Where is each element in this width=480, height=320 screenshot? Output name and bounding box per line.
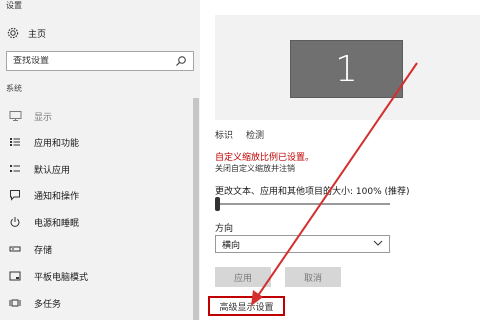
search-icon[interactable]: [175, 55, 187, 67]
advanced-display-settings-link[interactable]: 高级显示设置: [208, 296, 285, 316]
orientation-value: 横向: [222, 240, 241, 251]
sidebar-item-label: 通知和操作: [34, 191, 80, 202]
scale-slider-track[interactable]: [215, 203, 390, 205]
nav-scrollbar-thumb[interactable]: [193, 98, 199, 320]
custom-scaling-warning: 自定义缩放比例已设置。: [215, 153, 315, 163]
apps-list-icon: [8, 135, 22, 149]
sidebar-item-multitask[interactable]: 多任务: [0, 292, 190, 314]
nav-scrollbar[interactable]: [193, 98, 199, 320]
sidebar-item-default-apps[interactable]: 默认应用: [0, 158, 190, 180]
group-label-system: 系统: [6, 84, 22, 93]
sidebar-item-label: 多任务: [34, 299, 62, 310]
sidebar-item-tablet-mode[interactable]: 平板电脑模式: [0, 265, 190, 287]
monitor-tile[interactable]: 1: [290, 40, 403, 98]
sidebar-item-storage[interactable]: 存储: [0, 238, 190, 260]
sidebar-item-display[interactable]: 显示: [0, 105, 190, 127]
tablet-mode-icon: [8, 269, 22, 283]
display-arrangement-area: 1: [215, 15, 480, 120]
sidebar-item-label: 显示: [34, 112, 53, 123]
scale-slider-thumb[interactable]: [215, 197, 220, 211]
sidebar-item-power-sleep[interactable]: 电源和睡眠: [0, 211, 190, 233]
search-box[interactable]: [6, 51, 194, 71]
monitor-icon: [8, 109, 22, 123]
monitor-number: 1: [335, 48, 358, 90]
default-apps-icon: [8, 162, 22, 176]
detect-link[interactable]: 检测: [246, 128, 264, 141]
apply-button[interactable]: 应用: [215, 267, 271, 287]
notification-icon: [8, 188, 22, 202]
turn-off-custom-scaling-link[interactable]: 关闭自定义缩放并注销: [215, 163, 295, 174]
sidebar-item-label: 存储: [34, 245, 53, 256]
multitask-icon: [8, 296, 22, 310]
chevron-down-icon: [373, 239, 383, 249]
identify-link[interactable]: 标识: [215, 128, 233, 141]
sidebar-item-apps-features[interactable]: 应用和功能: [0, 131, 190, 153]
sidebar-item-notifications[interactable]: 通知和操作: [0, 184, 190, 206]
sidebar-item-label: 电源和睡眠: [34, 218, 80, 229]
sidebar-item-label: 默认应用: [34, 165, 71, 176]
home-label: 主页: [28, 29, 47, 40]
sidebar-item-label: 平板电脑模式: [34, 272, 89, 283]
gear-icon: [6, 26, 20, 40]
home-nav-item[interactable]: 主页: [6, 25, 46, 41]
sidebar-item-label: 应用和功能: [34, 138, 80, 149]
settings-nav-pane: 设置 主页 系统 显示 应用和功能 默认应用 通知和操作: [0, 0, 200, 320]
orientation-dropdown[interactable]: 横向: [215, 235, 390, 253]
search-input[interactable]: [13, 56, 175, 66]
scale-label: 更改文本、应用和其他项目的大小: 100% (推荐): [215, 187, 410, 197]
storage-icon: [8, 242, 22, 256]
cancel-button[interactable]: 取消: [285, 267, 341, 287]
window-title: 设置: [6, 1, 22, 10]
power-icon: [8, 215, 22, 229]
orientation-label: 方向: [215, 224, 234, 234]
